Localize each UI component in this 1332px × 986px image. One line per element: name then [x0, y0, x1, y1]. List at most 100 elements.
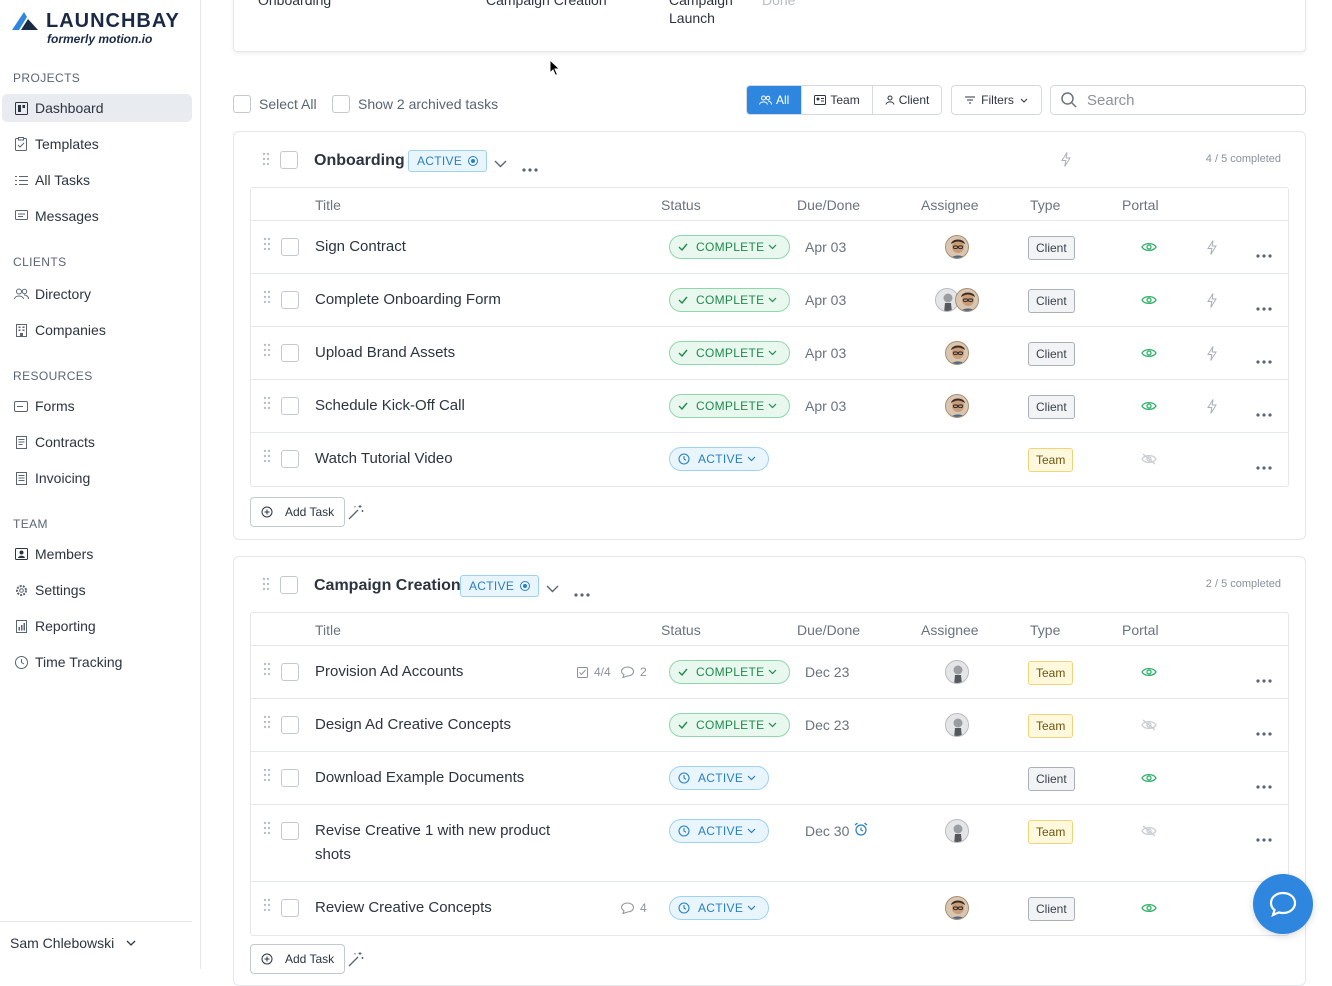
task-checkbox[interactable] — [281, 291, 299, 309]
alarm-icon[interactable] — [854, 822, 868, 841]
task-more-icon[interactable] — [1256, 670, 1272, 688]
task-more-icon[interactable] — [1256, 245, 1272, 263]
project-checkbox[interactable] — [280, 576, 298, 594]
drag-handle-icon[interactable] — [263, 898, 271, 917]
table-row[interactable]: Upload Brand Assets COMPLETE Apr 03 Client — [251, 327, 1288, 380]
sidebar-item-members[interactable]: Members — [2, 540, 192, 568]
drag-handle-icon[interactable] — [263, 449, 271, 468]
task-type-badge[interactable]: Client — [1028, 897, 1075, 921]
table-row[interactable]: Design Ad Creative Concepts COMPLETE Dec 2… — [251, 699, 1288, 752]
project-title[interactable]: Campaign Creation — [314, 577, 461, 595]
eye-off-icon[interactable] — [1141, 718, 1157, 736]
task-type-badge[interactable]: Client — [1028, 342, 1075, 366]
drag-handle-icon[interactable] — [263, 396, 271, 415]
sidebar-item-all-tasks[interactable]: All Tasks — [2, 166, 192, 194]
eye-icon[interactable] — [1141, 665, 1157, 683]
avatar[interactable] — [945, 896, 969, 920]
task-more-icon[interactable] — [1256, 404, 1272, 422]
task-title[interactable]: Sign Contract — [315, 235, 635, 259]
automation-bolt-icon[interactable] — [1207, 240, 1217, 260]
eye-off-icon[interactable] — [1141, 824, 1157, 842]
filters-button[interactable]: Filters — [951, 85, 1042, 115]
drag-handle-icon[interactable] — [263, 237, 271, 256]
sidebar-item-forms[interactable]: Forms — [2, 392, 192, 420]
sidebar-item-companies[interactable]: Companies — [2, 316, 192, 344]
view-team-button[interactable]: Team — [802, 86, 873, 114]
task-title[interactable]: Review Creative Concepts — [315, 896, 635, 920]
add-task-button[interactable]: Add Task — [250, 497, 346, 527]
checkbox[interactable] — [332, 95, 350, 113]
eye-icon[interactable] — [1141, 399, 1157, 417]
sidebar-item-settings[interactable]: Settings — [2, 576, 192, 604]
task-checkbox[interactable] — [281, 899, 299, 917]
project-title[interactable]: Onboarding — [314, 152, 405, 170]
task-checkbox[interactable] — [281, 238, 299, 256]
drag-handle-icon[interactable] — [262, 152, 272, 166]
drag-handle-icon[interactable] — [263, 662, 271, 681]
automation-bolt-icon[interactable] — [1207, 346, 1217, 366]
task-status-pill[interactable]: ACTIVE — [669, 896, 770, 920]
task-checkbox[interactable] — [281, 769, 299, 787]
drag-handle-icon[interactable] — [263, 768, 271, 787]
add-task-button[interactable]: Add Task — [250, 944, 346, 974]
project-status-badge[interactable]: ACTIVE — [408, 150, 488, 172]
checkbox[interactable] — [233, 95, 251, 113]
task-status-pill[interactable]: COMPLETE — [669, 660, 791, 684]
task-type-badge[interactable]: Team — [1028, 661, 1074, 685]
brand-logo[interactable]: LAUNCHBAY formerly motion.io — [10, 10, 190, 50]
task-checkbox[interactable] — [281, 344, 299, 362]
project-more-icon[interactable] — [574, 584, 590, 602]
table-row[interactable]: Provision Ad Accounts 4/4 2 COMPLETE Dec 23 T… — [251, 646, 1288, 699]
task-status-pill[interactable]: COMPLETE — [669, 288, 791, 312]
drag-handle-icon[interactable] — [263, 290, 271, 309]
task-checkbox[interactable] — [281, 716, 299, 734]
task-more-icon[interactable] — [1256, 457, 1272, 475]
user-menu[interactable]: Sam Chlebowski — [10, 935, 136, 951]
magic-wand-icon[interactable] — [348, 504, 364, 525]
task-title[interactable]: Upload Brand Assets — [315, 341, 635, 365]
avatar[interactable] — [945, 394, 969, 418]
help-chat-button[interactable] — [1253, 874, 1313, 934]
view-all-button[interactable]: All — [747, 86, 803, 114]
task-type-badge[interactable]: Team — [1028, 714, 1074, 738]
task-status-pill[interactable]: COMPLETE — [669, 341, 791, 365]
automation-bolt-icon[interactable] — [1207, 293, 1217, 313]
stage-onboarding[interactable]: Onboarding — [258, 0, 331, 9]
stage-campaign-creation[interactable]: Campaign Creation — [486, 0, 607, 9]
avatar[interactable] — [945, 341, 969, 365]
stage-campaign-launch[interactable]: Campaign Launch — [669, 0, 749, 27]
task-type-badge[interactable]: Client — [1028, 236, 1075, 260]
view-client-button[interactable]: Client — [872, 86, 942, 114]
project-checkbox[interactable] — [280, 151, 298, 169]
task-more-icon[interactable] — [1256, 298, 1272, 316]
avatar[interactable] — [945, 235, 969, 259]
sidebar-item-time-tracking[interactable]: Time Tracking — [2, 648, 192, 676]
project-status-badge[interactable]: ACTIVE — [460, 575, 540, 597]
sidebar-item-contracts[interactable]: Contracts — [2, 428, 192, 456]
eye-off-icon[interactable] — [1141, 452, 1157, 470]
task-more-icon[interactable] — [1256, 776, 1272, 794]
task-title[interactable]: Download Example Documents — [315, 766, 635, 790]
task-title[interactable]: Design Ad Creative Concepts — [315, 713, 635, 737]
table-row[interactable]: Download Example Documents ACTIVE Client — [251, 752, 1288, 805]
table-row[interactable]: Schedule Kick-Off Call COMPLETE Apr 03 Clie… — [251, 380, 1288, 433]
sidebar-item-directory[interactable]: Directory — [2, 280, 192, 308]
table-row[interactable]: Review Creative Concepts 4 ACTIVE Client — [251, 882, 1288, 935]
eye-icon[interactable] — [1141, 901, 1157, 919]
eye-icon[interactable] — [1141, 771, 1157, 789]
sidebar-item-invoicing[interactable]: Invoicing — [2, 464, 192, 492]
task-status-pill[interactable]: COMPLETE — [669, 394, 791, 418]
task-more-icon[interactable] — [1256, 723, 1272, 741]
select-all-checkbox[interactable]: Select All — [233, 95, 317, 113]
drag-handle-icon[interactable] — [262, 577, 272, 591]
task-status-pill[interactable]: COMPLETE — [669, 235, 791, 259]
chevron-down-icon[interactable] — [546, 580, 559, 598]
sidebar-item-templates[interactable]: Templates — [2, 130, 192, 158]
task-status-pill[interactable]: ACTIVE — [669, 447, 770, 471]
chevron-down-icon[interactable] — [494, 155, 507, 173]
eye-icon[interactable] — [1141, 293, 1157, 311]
automation-bolt-icon[interactable] — [1207, 399, 1217, 419]
task-checkbox[interactable] — [281, 397, 299, 415]
table-row[interactable]: Watch Tutorial Video ACTIVE Team — [251, 433, 1288, 486]
eye-icon[interactable] — [1141, 240, 1157, 258]
